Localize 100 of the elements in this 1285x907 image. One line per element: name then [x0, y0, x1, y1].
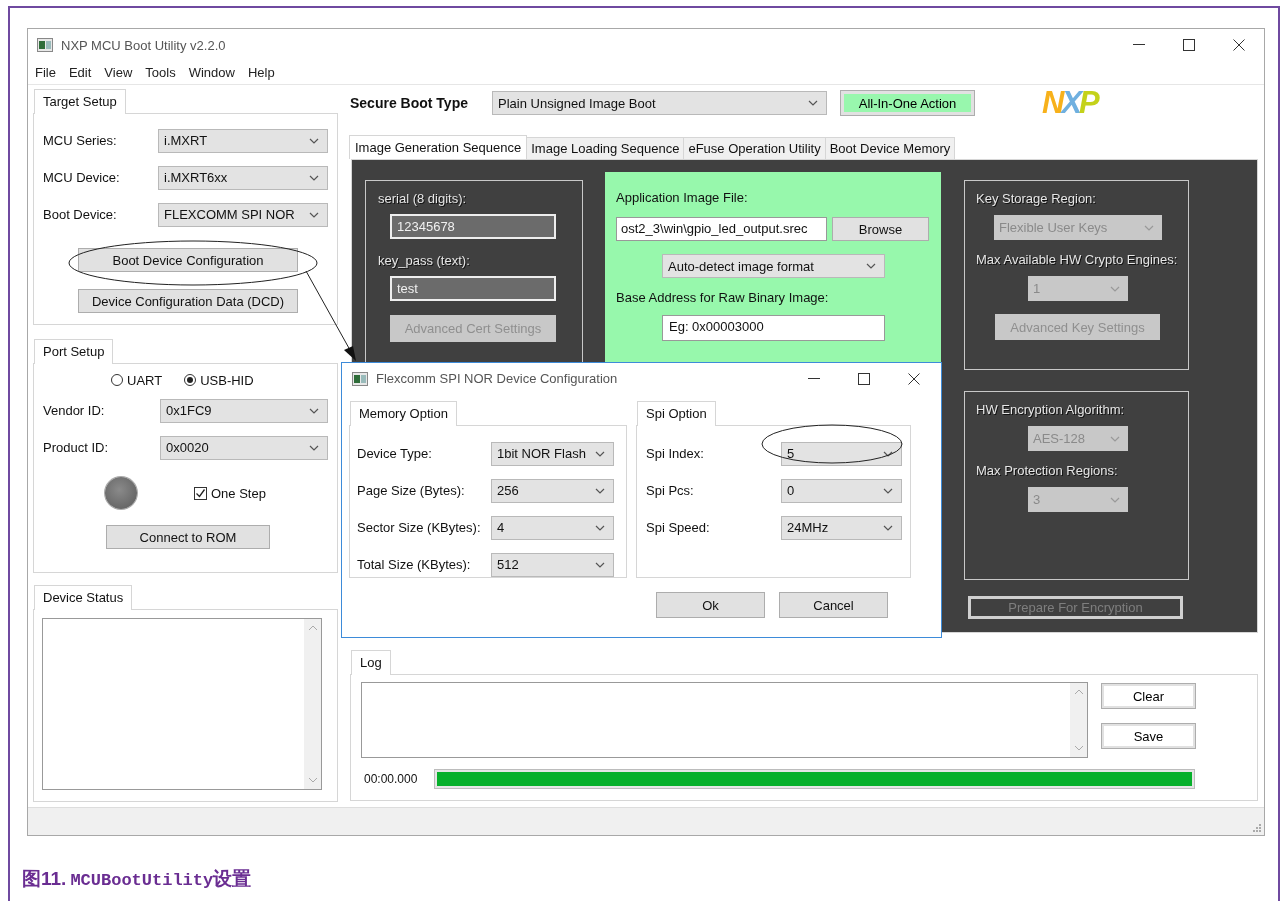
chevron-icon: [866, 263, 876, 269]
field-label: Spi Index:: [646, 446, 705, 461]
dcd-button[interactable]: Device Configuration Data (DCD): [78, 289, 298, 313]
radio-button[interactable]: USB-HID: [184, 372, 254, 388]
scroll-up-icon: [307, 625, 318, 631]
figure-caption: 图11. MCUBootUtility设置: [22, 867, 253, 892]
field-label: Page Size (Bytes):: [357, 483, 466, 498]
tab[interactable]: Image Generation Sequence: [349, 135, 528, 159]
input-field[interactable]: test: [390, 276, 556, 301]
status-text-area[interactable]: [42, 618, 322, 790]
field-label: Total Size (KBytes):: [357, 557, 472, 572]
minimize-icon: [1133, 44, 1145, 46]
field-label: serial (8 digits):: [378, 191, 467, 206]
field-label: key_pass (text):: [378, 253, 470, 268]
field-label: Product ID:: [43, 440, 110, 455]
action-button[interactable]: All-In-One Action: [840, 90, 975, 116]
field-label: Application Image File:: [616, 190, 748, 205]
chevron-icon: [309, 407, 319, 414]
dropdown[interactable]: 0x0020: [160, 435, 328, 460]
window-title: Flexcomm SPI NOR Device Configuration: [376, 371, 618, 386]
check-icon: [195, 487, 206, 499]
ok-button[interactable]: Ok: [656, 592, 765, 618]
scroll-up-icon: [1073, 689, 1084, 695]
chevron-icon: [595, 524, 605, 531]
field-label: Base Address for Raw Binary Image:: [616, 290, 829, 305]
dropdown[interactable]: 256: [491, 478, 614, 503]
chevron-icon: [595, 561, 605, 568]
chevron-icon: [595, 487, 605, 494]
menu-item[interactable]: View: [104, 65, 133, 80]
field-label: Spi Speed:: [646, 520, 711, 535]
dropdown[interactable]: 5: [781, 441, 902, 466]
field-label: MCU Series:: [43, 133, 118, 148]
input-field[interactable]: Eg: 0x00003000: [662, 315, 885, 341]
chevron-icon: [1110, 435, 1120, 442]
field-label: Vendor ID:: [43, 403, 106, 418]
connect-button[interactable]: Connect to ROM: [106, 525, 270, 549]
logo: NXP: [1042, 85, 1097, 121]
dropdown[interactable]: 4: [491, 515, 614, 540]
chevron-icon: [808, 100, 818, 106]
status-led: [105, 477, 137, 509]
boot-config-button[interactable]: Boot Device Configuration: [78, 248, 298, 272]
field-label: Max Protection Regions:: [976, 463, 1118, 478]
scrollbar[interactable]: [304, 619, 321, 789]
chevron-icon: [1144, 224, 1154, 231]
field-label: Sector Size (KBytes):: [357, 520, 482, 535]
dropdown[interactable]: Auto-detect image format: [662, 254, 885, 278]
chevron-icon: [309, 137, 319, 144]
field-label: HW Encryption Algorithm:: [976, 402, 1125, 417]
close-icon: [908, 372, 920, 385]
dropdown[interactable]: 1bit NOR Flash: [491, 441, 614, 466]
tab[interactable]: eFuse Operation Utility: [683, 137, 826, 159]
chevron-icon: [595, 450, 605, 457]
minimize-icon: [808, 377, 820, 380]
chevron-icon: [1110, 285, 1120, 292]
save-button[interactable]: Save: [1101, 723, 1196, 749]
dropdown[interactable]: Plain Unsigned Image Boot: [492, 91, 827, 115]
field-label: Key Storage Region:: [976, 191, 1096, 206]
window-title: NXP MCU Boot Utility v2.2.0: [61, 37, 226, 53]
dropdown[interactable]: 24MHz: [781, 515, 902, 540]
chevron-icon: [883, 524, 893, 531]
tab[interactable]: Boot Device Memory: [824, 137, 956, 159]
input-field[interactable]: ost2_3\win\gpio_led_output.srec: [616, 217, 827, 241]
menu-item[interactable]: File: [35, 65, 56, 80]
tab[interactable]: Image Loading Sequence: [526, 137, 685, 159]
menu-item[interactable]: Tools: [145, 65, 176, 80]
dropdown[interactable]: 0x1FC9: [160, 398, 328, 423]
close-icon: [1233, 39, 1245, 51]
field-label: Boot Device:: [43, 207, 118, 222]
field-label: Spi Pcs:: [646, 483, 695, 498]
chevron-icon: [309, 174, 319, 181]
menu-item[interactable]: Window: [188, 65, 235, 80]
chevron-icon: [309, 211, 319, 218]
dropdown[interactable]: 512: [491, 552, 614, 577]
resize-grip-icon: [1253, 824, 1261, 832]
chevron-icon: [883, 487, 893, 494]
field-label: Device Type:: [357, 446, 433, 461]
cancel-button[interactable]: Cancel: [779, 592, 888, 618]
log-text-area[interactable]: [361, 682, 1088, 758]
chevron-icon: [309, 444, 319, 451]
radio-button[interactable]: UART: [111, 372, 163, 388]
app-icon: [352, 371, 368, 386]
chevron-icon: [1110, 496, 1120, 503]
browse-button[interactable]: Browse: [832, 217, 929, 241]
dropdown[interactable]: i.MXRT: [158, 128, 328, 153]
scrollbar[interactable]: [1070, 683, 1087, 757]
field-label: Secure Boot Type: [350, 95, 469, 111]
checkbox[interactable]: One Step: [194, 485, 266, 501]
menu-item[interactable]: Edit: [68, 65, 92, 80]
clear-button[interactable]: Clear: [1101, 683, 1196, 709]
scroll-down-icon: [1073, 745, 1084, 751]
maximize-icon: [858, 372, 870, 385]
dropdown[interactable]: i.MXRT6xx: [158, 165, 328, 190]
elapsed-time: 00:00.000: [363, 772, 419, 786]
field-label: Max Available HW Crypto Engines:: [976, 252, 1178, 267]
menu-item[interactable]: Help: [247, 65, 275, 80]
chevron-icon: [883, 450, 893, 457]
input-field[interactable]: 12345678: [390, 214, 556, 239]
scroll-down-icon: [307, 777, 318, 783]
dropdown[interactable]: 0: [781, 478, 902, 503]
dropdown[interactable]: FLEXCOMM SPI NOR: [158, 202, 328, 227]
